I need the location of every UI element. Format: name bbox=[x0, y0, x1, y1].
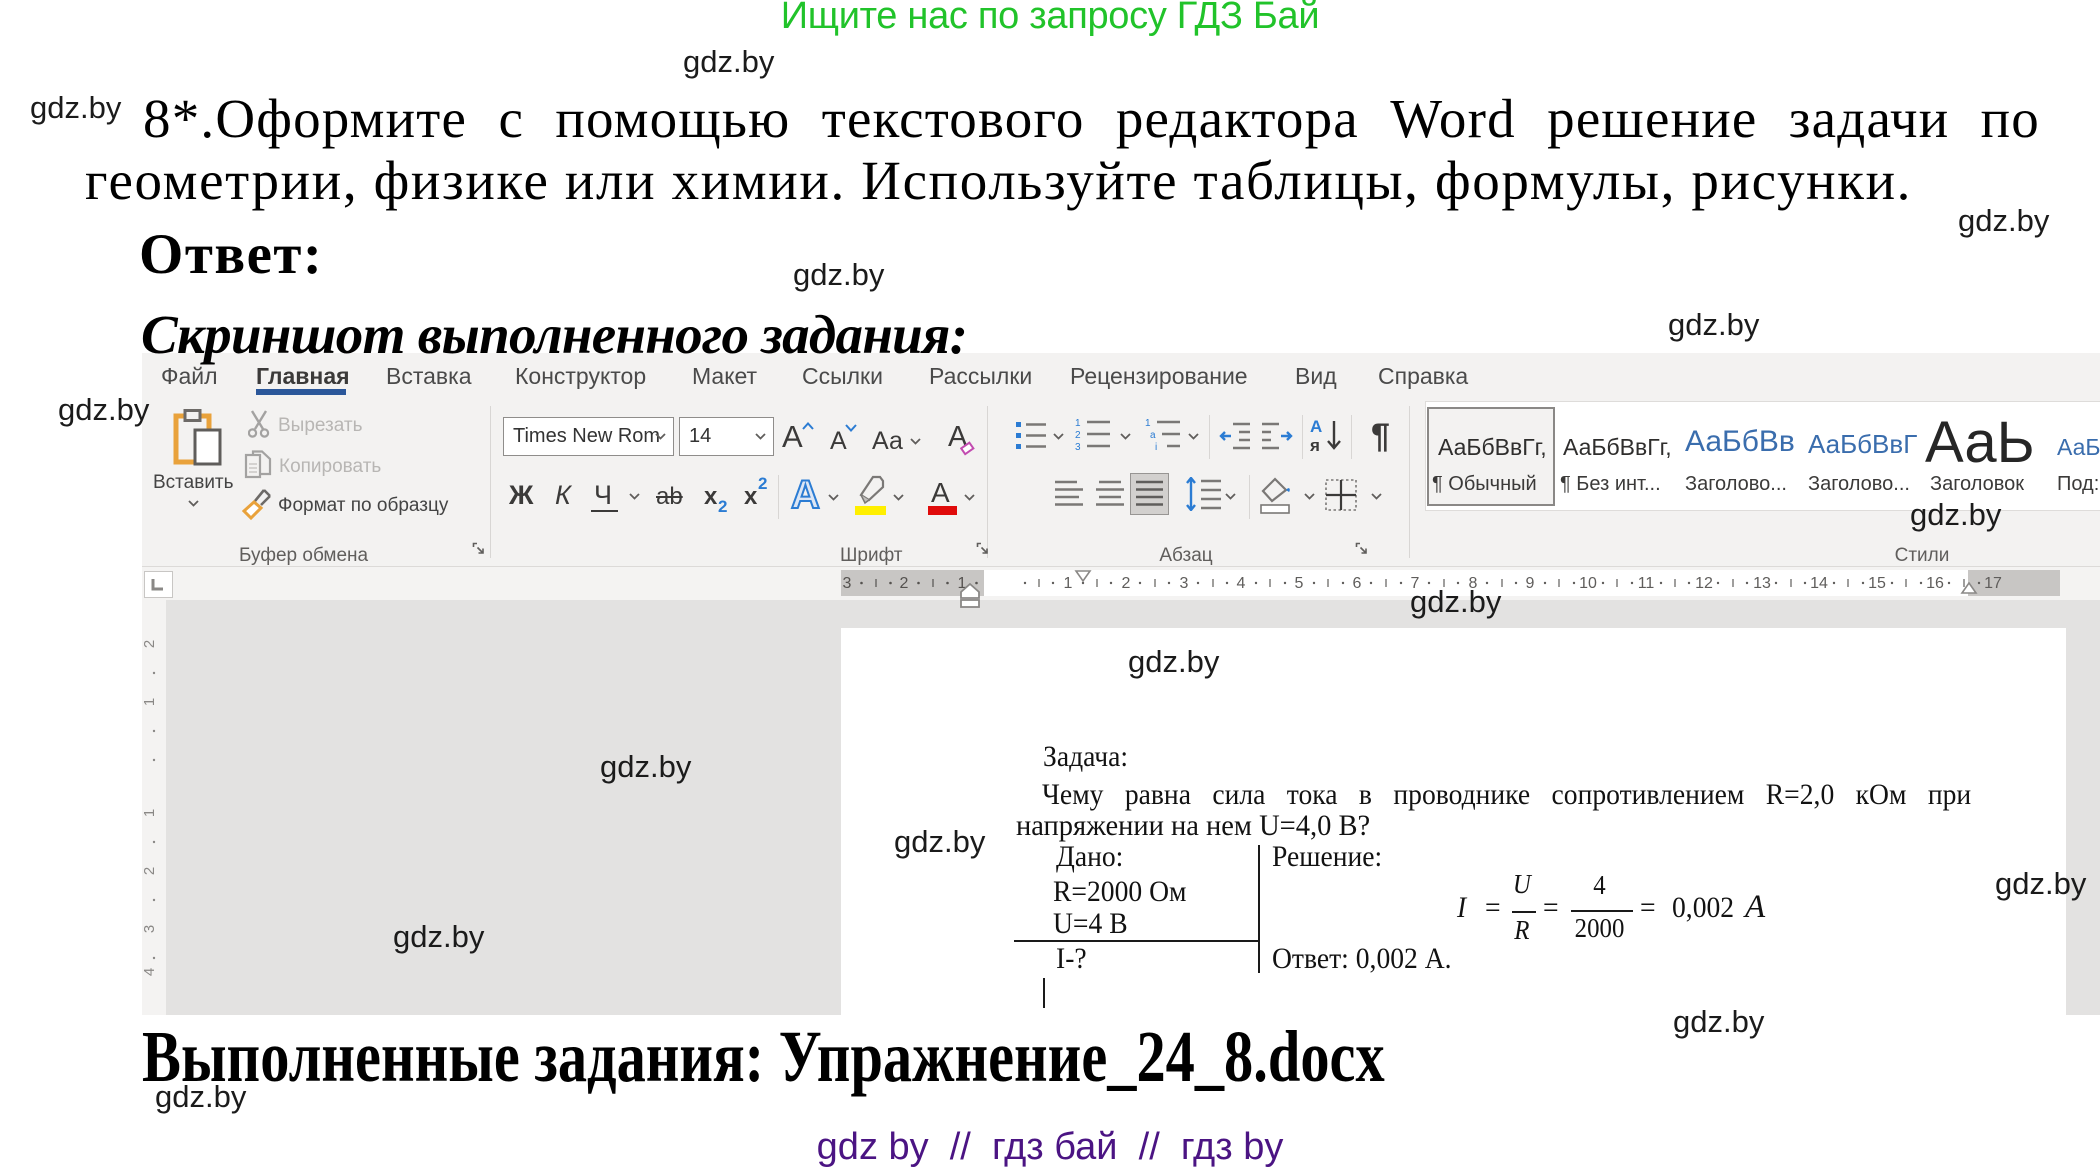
svg-text:я: я bbox=[1310, 436, 1320, 453]
svg-text:17: 17 bbox=[1984, 575, 2002, 592]
svg-text:2: 2 bbox=[1075, 430, 1081, 441]
svg-text:1: 1 bbox=[144, 809, 158, 817]
svg-text:4: 4 bbox=[1237, 575, 1246, 592]
svg-text:15: 15 bbox=[1868, 575, 1886, 592]
svg-text:2: 2 bbox=[144, 640, 158, 648]
svg-text:1: 1 bbox=[144, 698, 158, 706]
svg-text:9: 9 bbox=[1526, 575, 1535, 592]
svg-text:i: i bbox=[1155, 442, 1157, 453]
svg-text:A: A bbox=[791, 474, 820, 514]
svg-text:16: 16 bbox=[1926, 575, 1944, 592]
svg-text:6: 6 bbox=[1353, 575, 1362, 592]
svg-text:3: 3 bbox=[1075, 442, 1081, 453]
svg-text:2: 2 bbox=[900, 575, 909, 592]
svg-text:1: 1 bbox=[1064, 575, 1073, 592]
svg-text:13: 13 bbox=[1753, 575, 1771, 592]
svg-text:4: 4 bbox=[144, 968, 158, 976]
svg-text:14: 14 bbox=[1810, 575, 1828, 592]
svg-text:А: А bbox=[1310, 417, 1322, 436]
svg-text:2: 2 bbox=[144, 867, 158, 875]
svg-text:a: a bbox=[1150, 430, 1156, 441]
svg-text:1: 1 bbox=[1075, 418, 1081, 429]
svg-text:3: 3 bbox=[1180, 575, 1189, 592]
svg-text:12: 12 bbox=[1695, 575, 1713, 592]
svg-text:2: 2 bbox=[1122, 575, 1131, 592]
svg-text:11: 11 bbox=[1638, 575, 1655, 592]
svg-text:5: 5 bbox=[1295, 575, 1304, 592]
svg-text:10: 10 bbox=[1579, 575, 1597, 592]
svg-text:3: 3 bbox=[144, 925, 158, 933]
svg-text:1: 1 bbox=[1145, 418, 1151, 429]
svg-text:3: 3 bbox=[843, 575, 852, 592]
